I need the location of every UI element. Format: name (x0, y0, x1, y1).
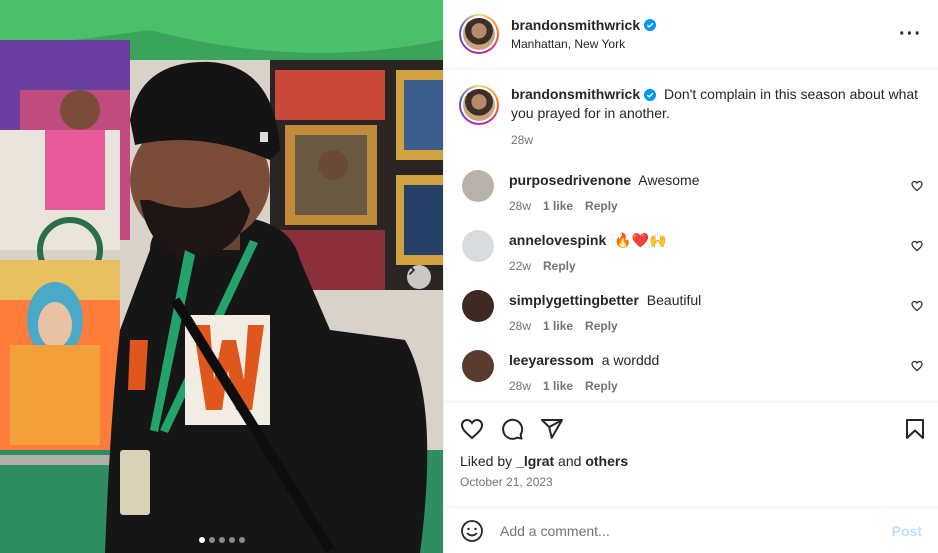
reply-button[interactable]: Reply (585, 319, 618, 333)
post-date[interactable]: October 21, 2023 (444, 475, 938, 489)
reply-button[interactable]: Reply (585, 199, 618, 213)
liked-by-prefix: Liked by (460, 453, 517, 469)
comments-section: brandonsmithwrick Don't complain in this… (444, 69, 938, 401)
author-username-row: brandonsmithwrick (511, 17, 657, 33)
post-header: brandonsmithwrick Manhattan, New York ··… (444, 0, 938, 69)
like-comment-icon[interactable] (911, 180, 923, 192)
post-photo (0, 0, 443, 553)
comment-item: leeyaressom a worddd 28w 1 like Reply (459, 350, 923, 393)
comment-input[interactable] (500, 522, 892, 539)
commenter-username[interactable]: leeyaressom (509, 351, 594, 369)
comment-composer: Post (444, 507, 938, 553)
commenter-avatar[interactable] (462, 230, 494, 262)
like-comment-icon[interactable] (911, 300, 923, 312)
carousel-dot (198, 537, 205, 543)
comment-likes[interactable]: 1 like (543, 199, 573, 213)
liked-by-others[interactable]: others (585, 453, 628, 469)
like-comment-icon[interactable] (911, 240, 923, 252)
carousel-dot (238, 537, 245, 543)
carousel-next-button[interactable] (407, 265, 431, 289)
comment-text: a worddd (601, 352, 660, 368)
carousel-indicator (0, 537, 443, 543)
caption-username[interactable]: brandonsmithwrick (511, 85, 640, 104)
reply-button[interactable]: Reply (543, 259, 576, 273)
caption: brandonsmithwrick Don't complain in this… (459, 85, 923, 150)
liked-by-and: and (554, 453, 586, 469)
commenter-avatar[interactable] (462, 170, 494, 202)
verified-badge-icon (644, 19, 657, 31)
liked-by: Liked by _lgrat and others (444, 453, 938, 469)
action-bar (444, 401, 938, 455)
comment-likes[interactable]: 1 like (543, 379, 573, 393)
comment-item: purposedrivenone Awesome 28w 1 like Repl… (459, 170, 923, 213)
comment-item: annelovespink 🔥❤️🙌 22w Reply (459, 230, 923, 273)
reply-button[interactable]: Reply (585, 379, 618, 393)
share-icon[interactable] (540, 417, 564, 441)
post-comment-button[interactable]: Post (892, 523, 922, 539)
post-dialog: brandonsmithwrick Manhattan, New York ··… (0, 0, 938, 553)
bookmark-icon[interactable] (903, 417, 927, 441)
commenter-username[interactable]: annelovespink (509, 231, 606, 249)
carousel-dot (208, 537, 215, 543)
comment-text: Beautiful (646, 292, 702, 308)
comment-item: simplygettingbetter Beautiful 28w 1 like… (459, 290, 923, 333)
commenter-username[interactable]: purposedrivenone (509, 171, 631, 189)
more-horizontal-icon: ··· (899, 23, 922, 45)
caption-avatar[interactable] (459, 85, 499, 125)
carousel-dot (228, 537, 235, 543)
emoji-icon[interactable] (460, 519, 484, 543)
author-username[interactable]: brandonsmithwrick (511, 17, 640, 33)
heart-icon[interactable] (460, 417, 484, 441)
comment-text: Awesome (638, 172, 700, 188)
comment-age[interactable]: 22w (509, 259, 531, 273)
commenter-avatar[interactable] (462, 290, 494, 322)
more-options-button[interactable]: ··· (899, 24, 922, 44)
post-image (0, 0, 443, 553)
post-location[interactable]: Manhattan, New York (511, 37, 656, 51)
like-comment-icon[interactable] (911, 360, 923, 372)
commenter-username[interactable]: simplygettingbetter (509, 291, 639, 309)
comment-age[interactable]: 28w (509, 199, 531, 213)
author-avatar[interactable] (459, 14, 499, 54)
liked-by-user[interactable]: _lgrat (516, 453, 554, 469)
carousel-dot (218, 537, 225, 543)
chevron-right-icon (409, 265, 416, 275)
comment-age[interactable]: 28w (509, 319, 531, 333)
comment-text: 🔥❤️🙌 (614, 232, 667, 248)
comment-age[interactable]: 28w (509, 379, 531, 393)
verified-badge-icon (644, 88, 657, 101)
post-sidebar: brandonsmithwrick Manhattan, New York ··… (443, 0, 938, 553)
commenter-avatar[interactable] (462, 350, 494, 382)
caption-age[interactable]: 28w (511, 131, 533, 150)
comment-likes[interactable]: 1 like (543, 319, 573, 333)
comment-icon[interactable] (500, 417, 524, 441)
